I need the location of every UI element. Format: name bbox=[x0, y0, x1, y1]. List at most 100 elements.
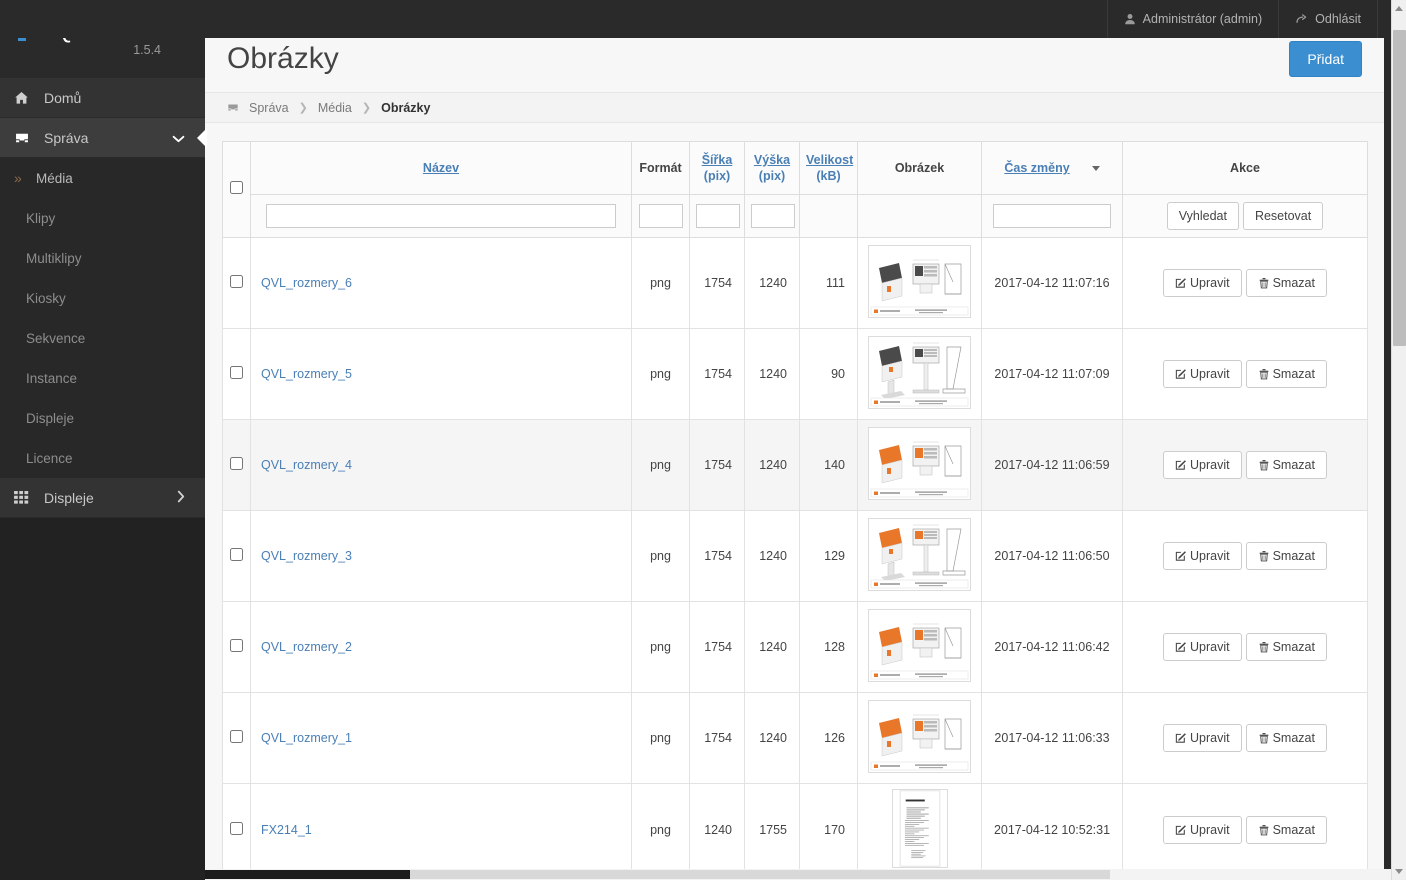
cell-image bbox=[857, 419, 982, 511]
cell-format: png bbox=[631, 328, 690, 420]
filter-time-input[interactable] bbox=[993, 204, 1111, 228]
row-checkbox[interactable] bbox=[230, 366, 243, 379]
breadcrumb-item-sprava[interactable]: Správa bbox=[249, 101, 289, 115]
sidebar-item-kiosky[interactable]: Kiosky bbox=[0, 278, 205, 318]
scroll-down-arrow-icon[interactable] bbox=[1395, 869, 1403, 874]
add-button[interactable]: Přidat bbox=[1289, 41, 1362, 77]
delete-button[interactable]: Smazat bbox=[1245, 269, 1327, 297]
row-checkbox[interactable] bbox=[230, 822, 243, 835]
image-name-link[interactable]: QVL_rozmery_4 bbox=[261, 458, 352, 472]
scroll-up-arrow-icon[interactable] bbox=[1395, 6, 1403, 11]
edit-button[interactable]: Upravit bbox=[1163, 724, 1242, 752]
delete-button[interactable]: Smazat bbox=[1245, 542, 1327, 570]
image-name-link[interactable]: FX214_1 bbox=[261, 823, 312, 837]
filter-name-input[interactable] bbox=[266, 204, 616, 228]
image-thumbnail[interactable] bbox=[868, 336, 971, 409]
column-header-name[interactable]: Název bbox=[250, 141, 632, 195]
column-header-width-label-line1[interactable]: Šířka bbox=[702, 153, 733, 167]
vertical-scrollbar[interactable] bbox=[1391, 0, 1406, 880]
image-thumbnail[interactable] bbox=[868, 518, 971, 591]
row-checkbox[interactable] bbox=[230, 275, 243, 288]
image-name-link[interactable]: QVL_rozmery_2 bbox=[261, 640, 352, 654]
column-header-format-label[interactable]: Formát bbox=[639, 161, 681, 175]
table-row[interactable]: QVL_rozmery_1 png 1754 1240 126 2017-04-… bbox=[222, 692, 1368, 784]
vertical-scrollbar-thumb[interactable] bbox=[1393, 30, 1406, 346]
column-header-name-label[interactable]: Název bbox=[423, 161, 459, 175]
image-thumbnail[interactable] bbox=[868, 427, 971, 500]
image-thumbnail[interactable] bbox=[868, 245, 971, 318]
cell-actions: Upravit Smazat bbox=[1122, 601, 1368, 693]
edit-button[interactable]: Upravit bbox=[1163, 542, 1242, 570]
sidebar-item-sprava[interactable]: Správa bbox=[0, 118, 205, 158]
filter-height-input[interactable] bbox=[751, 204, 795, 228]
sidebar-item-displeje[interactable]: Displeje bbox=[0, 478, 205, 518]
sidebar-item-instance[interactable]: Instance bbox=[0, 358, 205, 398]
image-name-link[interactable]: QVL_rozmery_6 bbox=[261, 276, 352, 290]
logout-label: Odhlásit bbox=[1315, 12, 1361, 26]
cell-name: QVL_rozmery_6 bbox=[250, 237, 632, 329]
horizontal-scrollbar[interactable] bbox=[205, 869, 1391, 880]
sidebar-item-domu[interactable]: Domů bbox=[0, 78, 205, 118]
logout-button[interactable]: Odhlásit bbox=[1278, 0, 1378, 38]
sidebar-item-licence[interactable]: Licence bbox=[0, 438, 205, 478]
column-header-size[interactable]: Velikost (kB) bbox=[799, 141, 858, 195]
table-row[interactable]: QVL_rozmery_5 png 1754 1240 90 2017-04-1… bbox=[222, 328, 1368, 420]
edit-button[interactable]: Upravit bbox=[1163, 451, 1242, 479]
sidebar-item-sprava-label: Správa bbox=[44, 129, 89, 146]
table-row[interactable]: QVL_rozmery_3 png 1754 1240 129 2017-04-… bbox=[222, 510, 1368, 602]
column-header-time-label[interactable]: Čas změny bbox=[1004, 161, 1069, 175]
filter-width-input[interactable] bbox=[696, 204, 740, 228]
column-header-format[interactable]: Formát bbox=[631, 141, 690, 195]
edit-button[interactable]: Upravit bbox=[1163, 269, 1242, 297]
search-button[interactable]: Vyhledat bbox=[1166, 202, 1239, 230]
delete-button[interactable]: Smazat bbox=[1245, 360, 1327, 388]
trash-icon bbox=[1258, 458, 1273, 472]
cell-height: 1240 bbox=[744, 601, 800, 693]
image-name-link[interactable]: QVL_rozmery_3 bbox=[261, 549, 352, 563]
table-row[interactable]: QVL_rozmery_6 png 1754 1240 111 2017-04-… bbox=[222, 237, 1368, 329]
column-header-height[interactable]: Výška (pix) bbox=[744, 141, 800, 195]
current-user-menu[interactable]: Administrátor (admin) bbox=[1106, 0, 1278, 38]
column-header-width[interactable]: Šířka (pix) bbox=[689, 141, 745, 195]
image-thumbnail[interactable] bbox=[868, 700, 971, 773]
sidebar-item-klipy[interactable]: Klipy bbox=[0, 198, 205, 238]
column-header-size-label-line1[interactable]: Velikost bbox=[806, 153, 853, 167]
breadcrumb-item-media[interactable]: Média bbox=[318, 101, 352, 115]
edit-button[interactable]: Upravit bbox=[1163, 360, 1242, 388]
sidebar-item-media[interactable]: » Média bbox=[0, 158, 205, 198]
sidebar-item-displeje-sub[interactable]: Displeje bbox=[0, 398, 205, 438]
column-header-height-label-line1[interactable]: Výška bbox=[754, 153, 790, 167]
image-name-link[interactable]: QVL_rozmery_1 bbox=[261, 731, 352, 745]
edit-button[interactable]: Upravit bbox=[1163, 633, 1242, 661]
image-thumbnail[interactable] bbox=[891, 789, 948, 868]
table-row[interactable]: QVL_rozmery_4 png 1754 1240 140 2017-04-… bbox=[222, 419, 1368, 511]
delete-label: Smazat bbox=[1272, 731, 1315, 745]
row-select-cell bbox=[222, 419, 251, 511]
angle-double-right-icon: » bbox=[14, 170, 22, 186]
delete-button[interactable]: Smazat bbox=[1245, 724, 1327, 752]
row-checkbox[interactable] bbox=[230, 548, 243, 561]
horizontal-scrollbar-thumb[interactable] bbox=[205, 870, 410, 879]
table-row[interactable]: QVL_rozmery_2 png 1754 1240 128 2017-04-… bbox=[222, 601, 1368, 693]
filter-format-input[interactable] bbox=[638, 204, 683, 228]
cell-size: 126 bbox=[799, 692, 858, 784]
delete-button[interactable]: Smazat bbox=[1245, 816, 1327, 844]
delete-button[interactable]: Smazat bbox=[1245, 451, 1327, 479]
row-checkbox[interactable] bbox=[230, 730, 243, 743]
cell-name: QVL_rozmery_1 bbox=[250, 692, 632, 784]
filter-cell-actions: Vyhledat Resetovat bbox=[1122, 194, 1368, 238]
edit-button[interactable]: Upravit bbox=[1163, 816, 1242, 844]
reset-button[interactable]: Resetovat bbox=[1242, 202, 1324, 230]
row-checkbox[interactable] bbox=[230, 457, 243, 470]
row-checkbox[interactable] bbox=[230, 639, 243, 652]
select-all-checkbox[interactable] bbox=[230, 181, 243, 194]
image-thumbnail[interactable] bbox=[868, 609, 971, 682]
table-row[interactable]: FX214_1 png 1240 1755 170 2017-04-12 10:52:3… bbox=[222, 783, 1368, 877]
image-name-link[interactable]: QVL_rozmery_5 bbox=[261, 367, 352, 381]
column-header-time[interactable]: Čas změny bbox=[981, 141, 1123, 195]
brand-version: 1.5.4 bbox=[133, 43, 161, 57]
inbox-icon bbox=[14, 131, 36, 145]
sidebar-item-multiklipy[interactable]: Multiklipy bbox=[0, 238, 205, 278]
sidebar-item-sekvence[interactable]: Sekvence bbox=[0, 318, 205, 358]
delete-button[interactable]: Smazat bbox=[1245, 633, 1327, 661]
